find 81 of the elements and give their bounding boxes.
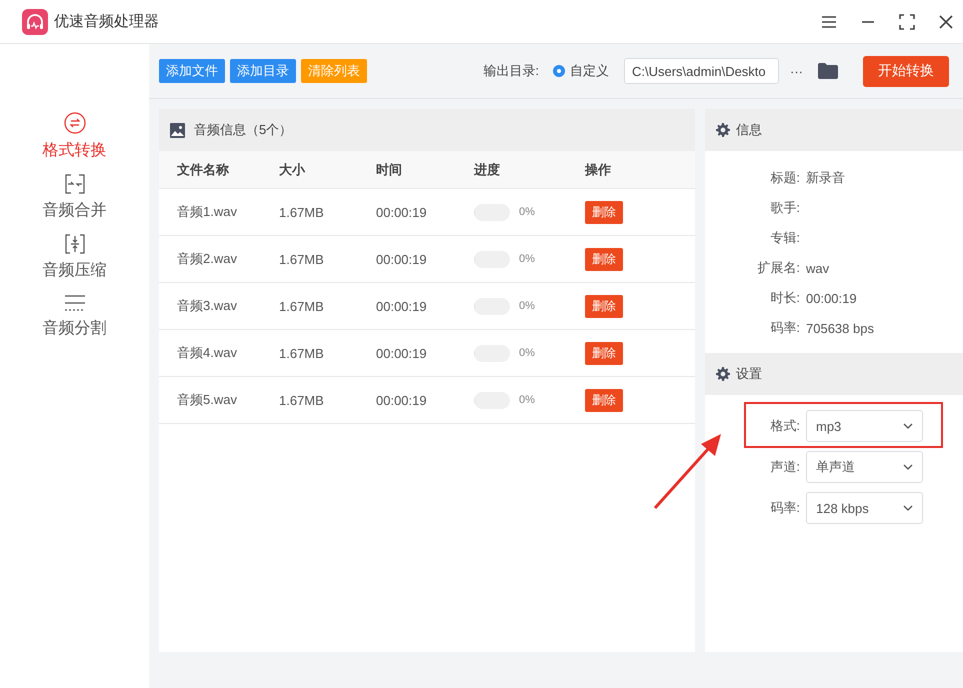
column-header: 操作 (585, 160, 612, 178)
table-cell-text: 1.67MB (279, 252, 325, 266)
dropdown[interactable]: mp3 (806, 410, 923, 442)
folder-icon[interactable] (818, 63, 838, 79)
sidebar-item[interactable]: 音频分割 (42, 294, 106, 339)
delete-button[interactable]: 删除 (585, 342, 623, 364)
progress-percent: 0% (519, 394, 535, 406)
toolbar-button[interactable]: 添加目录 (230, 59, 296, 83)
table-cell-text: 00:00:19 (376, 346, 428, 360)
table-cell-text: 1.67MB (279, 204, 325, 220)
field-label: 专辑: (769, 229, 800, 247)
field-label: 歌手: (769, 199, 800, 217)
progress-percent: 0% (519, 347, 535, 359)
panel-title: 设置 (736, 365, 762, 383)
delete-button[interactable]: 删除 (585, 248, 623, 270)
progress-percent: 0% (519, 253, 535, 265)
maximize-icon[interactable] (899, 14, 915, 30)
gear-icon (716, 367, 730, 381)
field-label: 标题: (769, 169, 800, 187)
table-cell-text: 音频2.wav (177, 250, 238, 268)
delete-button[interactable]: 删除 (585, 388, 623, 412)
progress-percent: 0% (519, 300, 535, 312)
progress-bar (474, 344, 510, 362)
column-header: 文件名称 (177, 160, 230, 178)
sidebar-item[interactable]: 格式转换 (42, 112, 106, 161)
field-value: wav (806, 260, 830, 276)
table-cell-text: 00:00:19 (376, 252, 428, 266)
path-field[interactable]: C:\Users\admin\Deskto (624, 58, 779, 84)
table-cell-text: 1.67MB (279, 298, 325, 314)
radio-button[interactable]: 自定义 (553, 62, 609, 80)
delete-button[interactable]: 删除 (585, 200, 623, 224)
delete-button[interactable]: 删除 (585, 294, 623, 318)
dropdown[interactable]: 128 kbps (806, 492, 923, 524)
window-title: 优速音频处理器 (54, 12, 159, 31)
start-convert-button[interactable]: 开始转换 (863, 56, 949, 86)
field-label: 码率: (769, 319, 800, 337)
progress-bar (474, 298, 510, 314)
table-cell-text: 1.67MB (279, 392, 325, 408)
app-logo-icon (22, 8, 48, 34)
menu-icon[interactable] (821, 14, 837, 28)
swap-circle-icon (64, 112, 86, 134)
table-cell-text: 音频5.wav (177, 391, 238, 409)
sidebar-item[interactable]: 音频压缩 (42, 234, 106, 281)
panel-title: 信息 (736, 121, 762, 139)
table-cell-text: 音频3.wav (177, 297, 238, 315)
field-label: 码率: (769, 499, 800, 517)
table-cell-text: 00:00:19 (376, 204, 428, 220)
image-icon (170, 122, 185, 138)
dropdown[interactable]: 单声道 (806, 451, 923, 483)
chevron-down-icon (903, 423, 913, 429)
column-header: 大小 (279, 160, 306, 178)
column-header: 时间 (376, 160, 403, 178)
table-cell-text: 音频1.wav (177, 203, 238, 221)
output-label: 输出目录: (483, 62, 539, 80)
table-cell-text: 音频4.wav (177, 344, 238, 362)
compress-icon (64, 234, 84, 254)
chevron-down-icon (903, 464, 913, 470)
field-label: 扩展名: (756, 259, 800, 277)
sidebar-item[interactable]: 音频合并 (42, 174, 106, 221)
progress-bar (474, 204, 510, 220)
split-icon (64, 294, 86, 312)
table-cell-text: 1.67MB (279, 346, 325, 360)
progress-bar (474, 250, 510, 268)
field-value: 705638 bps (806, 320, 875, 336)
field-label: 格式: (769, 417, 800, 435)
progress-percent: 0% (519, 206, 535, 218)
more-button[interactable]: ··· (790, 64, 803, 78)
close-icon[interactable] (939, 14, 953, 28)
field-value: 00:00:19 (806, 290, 858, 306)
column-header: 进度 (474, 160, 501, 178)
table-cell-text: 00:00:19 (376, 298, 428, 314)
field-label: 声道: (769, 458, 800, 476)
progress-bar (474, 392, 510, 408)
field-value: 新录音 (806, 169, 846, 187)
chevron-down-icon (903, 505, 913, 511)
merge-icon (64, 174, 84, 194)
toolbar-button[interactable]: 添加文件 (159, 59, 225, 83)
panel-title: 音频信息（5个） (194, 121, 292, 139)
table-cell-text: 00:00:19 (376, 392, 428, 408)
field-label: 时长: (769, 289, 800, 307)
gear-icon (716, 123, 730, 137)
